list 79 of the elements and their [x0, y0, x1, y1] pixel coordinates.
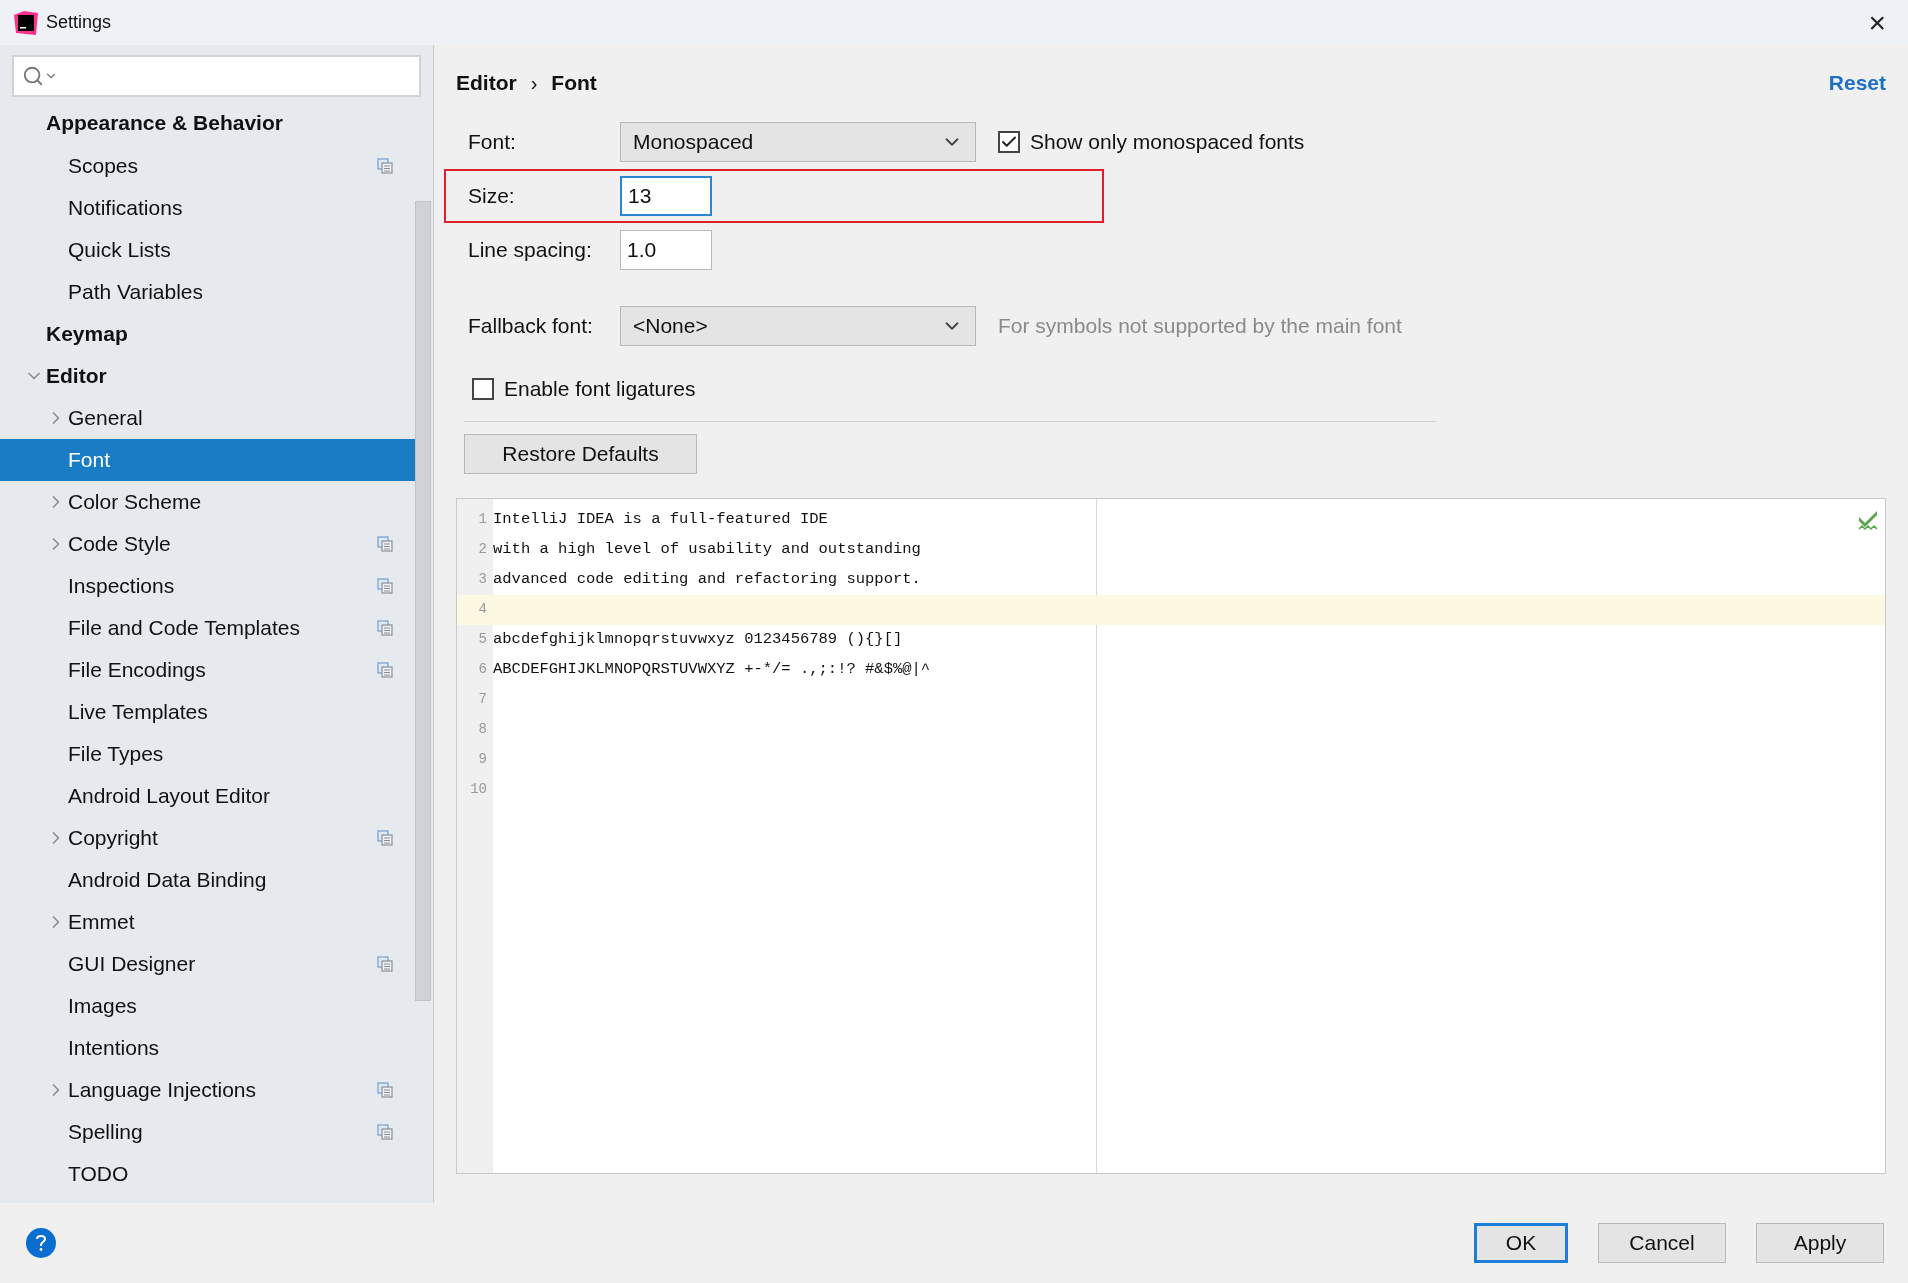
reset-link[interactable]: Reset	[1828, 67, 1886, 99]
checkbox-label: Enable font ligatures	[504, 376, 696, 402]
breadcrumb-item: Font	[551, 70, 597, 97]
dialog-button[interactable]: OK	[1474, 1223, 1568, 1263]
breadcrumb-item[interactable]: Editor	[456, 67, 517, 99]
line-number: 4	[477, 600, 487, 619]
sidebar-item[interactable]: Inspections	[0, 565, 415, 607]
sidebar-item[interactable]: Quick Lists	[0, 229, 415, 271]
help-button[interactable]	[26, 1228, 56, 1258]
sidebar-item[interactable]: File Encodings	[0, 649, 415, 691]
sidebar-item[interactable]: Images	[0, 985, 415, 1027]
field-label: Fallback font:	[468, 313, 594, 340]
hint-text: For symbols not supported by the main font	[998, 313, 1402, 340]
sidebar-item[interactable]: Android Data Binding	[0, 859, 415, 901]
input-field[interactable]: 13	[620, 176, 712, 216]
app-logo-icon	[14, 10, 38, 35]
field-label: Font:	[468, 129, 517, 156]
line-number: 10	[469, 780, 487, 799]
sidebar-item[interactable]: Live Templates	[0, 691, 415, 733]
sidebar-item[interactable]: Editor	[0, 355, 415, 397]
copy-icon	[377, 956, 393, 972]
copy-icon	[377, 578, 393, 594]
code-line: IntelliJ IDEA is a full-featured IDE	[493, 508, 828, 530]
line-number: 7	[477, 690, 487, 709]
field-label: Line spacing:	[468, 237, 593, 264]
checkbox[interactable]	[998, 131, 1020, 153]
checkbox[interactable]	[472, 377, 494, 400]
search-icon	[22, 65, 44, 87]
sidebar-item[interactable]: Color Scheme	[0, 481, 415, 523]
checkbox-label: Show only monospaced fonts	[1030, 129, 1305, 156]
copy-icon	[377, 158, 393, 174]
dropdown[interactable]: <None>	[620, 306, 976, 346]
sidebar-item[interactable]: File Types	[0, 733, 415, 775]
line-number: 9	[477, 750, 487, 769]
sidebar-item[interactable]: File and Code Templates	[0, 607, 415, 649]
code-line: with a high level of usability and outstanding	[493, 538, 921, 560]
scrollbar-thumb[interactable]	[415, 201, 431, 1001]
line-number: 3	[477, 570, 487, 589]
dropdown[interactable]: Monospaced	[620, 122, 976, 162]
copy-icon	[377, 1082, 393, 1098]
line-number: 6	[477, 660, 487, 679]
sidebar-item[interactable]: Android Layout Editor	[0, 775, 415, 817]
close-button[interactable]: ×	[1860, 7, 1894, 38]
field-label: Size:	[468, 183, 516, 210]
sidebar-item[interactable]: TODO	[0, 1153, 415, 1195]
code-line: advanced code editing and refactoring support.	[493, 568, 921, 590]
sidebar-item[interactable]: Intentions	[0, 1027, 415, 1069]
search-field[interactable]	[12, 55, 421, 97]
window-title: Settings	[46, 11, 112, 34]
copy-icon	[377, 620, 393, 636]
copy-icon	[377, 662, 393, 678]
code-line: abcdefghijklmnopqrstuvwxyz 0123456789 (){}[]	[493, 628, 903, 650]
sidebar-item[interactable]: GUI Designer	[0, 943, 415, 985]
sidebar-item[interactable]: Scopes	[0, 145, 415, 187]
sidebar-item[interactable]: Path Variables	[0, 271, 415, 313]
sidebar-item[interactable]: Spelling	[0, 1111, 415, 1153]
question-icon	[35, 1234, 47, 1252]
dialog-button[interactable]: Cancel	[1598, 1223, 1726, 1263]
line-number: 1	[477, 510, 487, 529]
line-number: 5	[477, 630, 487, 649]
sidebar-item[interactable]: Font	[0, 439, 415, 481]
sidebar-item[interactable]: General	[0, 397, 415, 439]
sidebar-item[interactable]: Emmet	[0, 901, 415, 943]
sidebar-group-header[interactable]: Appearance & Behavior	[0, 101, 415, 145]
line-number: 2	[477, 540, 487, 559]
copy-icon	[377, 536, 393, 552]
code-line: ABCDEFGHIJKLMNOPQRSTUVWXYZ +-*/= .,;:!? #&$%@|^	[493, 658, 931, 680]
breadcrumb-separator: ›	[530, 71, 538, 96]
sidebar-item[interactable]: Copyright	[0, 817, 415, 859]
sidebar-item[interactable]: Code Style	[0, 523, 415, 565]
copy-icon	[377, 830, 393, 846]
restore-defaults-button[interactable]: Restore Defaults	[464, 433, 697, 474]
copy-icon	[377, 1124, 393, 1140]
sidebar-item[interactable]: Notifications	[0, 187, 415, 229]
dialog-button[interactable]: Apply	[1756, 1223, 1884, 1263]
sidebar-item[interactable]: Language Injections	[0, 1069, 415, 1111]
line-number: 8	[477, 720, 487, 739]
sidebar-item[interactable]: Keymap	[0, 313, 415, 355]
input-field[interactable]: 1.0	[620, 230, 712, 270]
